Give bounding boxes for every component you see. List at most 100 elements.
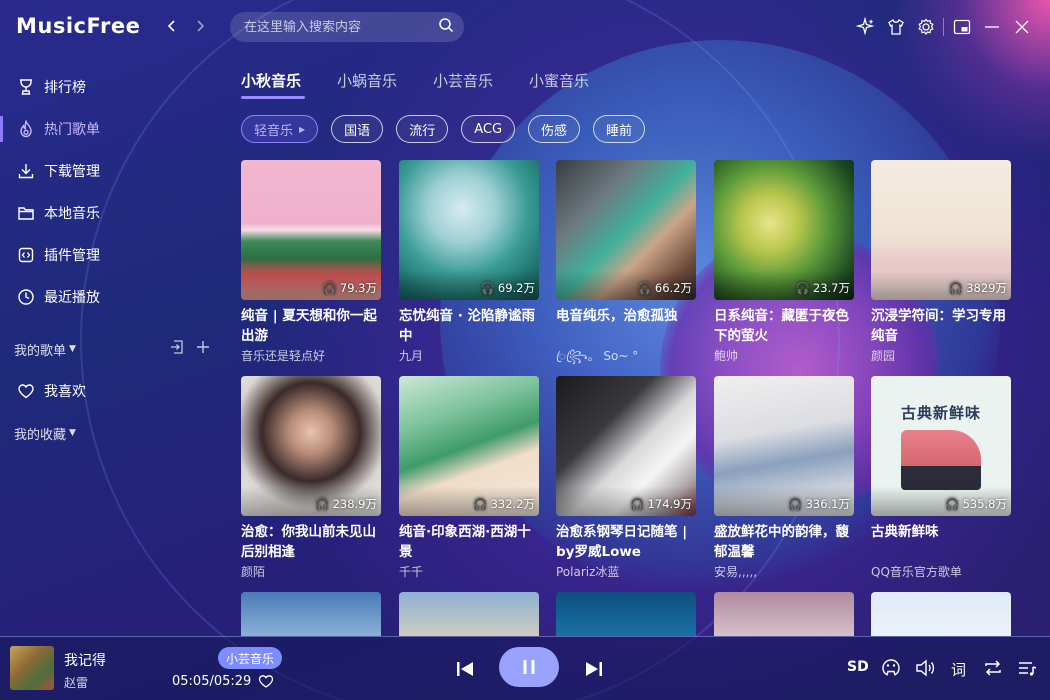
tab-xiaowo[interactable]: 小蜗音乐 bbox=[337, 70, 397, 99]
my-collections-section[interactable]: 我的收藏 ▼ bbox=[0, 412, 225, 454]
playlist-card[interactable]: 🎧 336.1万 盛放鲜花中的韵律，馥郁温馨 安易,,,,, bbox=[714, 376, 854, 580]
playlist-card[interactable] bbox=[241, 592, 381, 636]
sidebar-item-ranking[interactable]: 排行榜 bbox=[0, 66, 225, 108]
import-playlist-button[interactable] bbox=[169, 339, 185, 359]
playlist-card[interactable]: 古典新鲜味 🎧 535.8万 古典新鲜味 QQ音乐官方歌单 bbox=[871, 376, 1011, 580]
tag-sad[interactable]: 伤感 bbox=[528, 115, 581, 143]
tab-xiaomi[interactable]: 小蜜音乐 bbox=[529, 70, 589, 99]
previous-button[interactable] bbox=[453, 657, 477, 681]
playlist-title[interactable]: 盛放鲜花中的韵律，馥郁温馨 bbox=[714, 522, 854, 562]
mini-mode-button[interactable] bbox=[952, 17, 972, 37]
sidebar-item-label: 最近播放 bbox=[44, 290, 100, 306]
forward-button[interactable] bbox=[194, 18, 206, 37]
playlist-cover: 🎧 79.3万 bbox=[241, 160, 381, 300]
playlist-title[interactable]: 沉浸学符间：学习专用纯音 bbox=[871, 306, 1011, 346]
repeat-icon bbox=[985, 660, 1001, 676]
song-title[interactable]: 我记得 bbox=[64, 650, 106, 670]
like-button[interactable] bbox=[258, 673, 274, 689]
playlist-title[interactable]: 纯音·印象西湖·西湖十景 bbox=[399, 522, 539, 562]
playlist-cover bbox=[399, 592, 539, 636]
my-playlists-section[interactable]: 我的歌单 ▼ bbox=[0, 328, 225, 370]
tag-mandarin[interactable]: 国语 bbox=[331, 115, 384, 143]
playlist-card[interactable] bbox=[714, 592, 854, 636]
sidebar-item-downloads[interactable]: 下载管理 bbox=[0, 150, 225, 192]
sidebar-item-favorite[interactable]: 我喜欢 bbox=[0, 370, 225, 412]
minimize-button[interactable] bbox=[982, 17, 1002, 37]
pause-icon bbox=[523, 660, 535, 674]
playlist-title[interactable]: 治愈：你我山前未见山后别相逢 bbox=[241, 522, 381, 562]
sound-effect-button[interactable] bbox=[880, 657, 902, 683]
back-button[interactable] bbox=[166, 18, 178, 37]
app-window: MusicFree 在这里输入搜索内容 排行榜 热门歌单 下载管理 本地音乐 插… bbox=[0, 0, 1050, 700]
play-count: 🎧 238.9万 bbox=[315, 497, 377, 511]
quality-button[interactable]: SD bbox=[847, 659, 869, 675]
search-input[interactable] bbox=[244, 19, 438, 35]
search-button[interactable] bbox=[438, 17, 454, 37]
sidebar-item-local-music[interactable]: 本地音乐 bbox=[0, 192, 225, 234]
playlist-cover: 🎧 69.2万 bbox=[399, 160, 539, 300]
sidebar-item-label: 下载管理 bbox=[44, 164, 100, 180]
download-icon bbox=[16, 161, 36, 181]
playlist-cover bbox=[714, 592, 854, 636]
playlist-card[interactable]: 🎧 3829万 沉浸学符间：学习专用纯音 颜园 bbox=[871, 160, 1011, 364]
add-playlist-button[interactable] bbox=[195, 339, 211, 359]
theme-button[interactable] bbox=[886, 17, 906, 37]
sidebar-item-plugins[interactable]: 插件管理 bbox=[0, 234, 225, 276]
tag-light-music[interactable]: 轻音乐 ▶ bbox=[241, 115, 319, 143]
playlist-cover: 🎧 23.7万 bbox=[714, 160, 854, 300]
playlist-author: 颜园 bbox=[871, 349, 896, 363]
playlist-cover: 🎧 174.9万 bbox=[556, 376, 696, 516]
album-art[interactable] bbox=[10, 646, 54, 690]
song-artist[interactable]: 赵雷 bbox=[64, 674, 88, 691]
headphones-icon: 🎧 bbox=[315, 497, 330, 511]
tab-xiaoqiu[interactable]: 小秋音乐 bbox=[241, 70, 306, 99]
playlist-card[interactable]: 🎧 66.2万 电音纯乐，治愈孤独 ꦿ꧂ꦿ。 So~ ° bbox=[556, 160, 696, 371]
source-badge: 小芸音乐 bbox=[218, 647, 283, 669]
playlist-card[interactable] bbox=[399, 592, 539, 636]
playlist-author: 千千 bbox=[399, 565, 424, 579]
playlist-title[interactable]: 日系纯音：藏匿于夜色下的萤火 bbox=[714, 306, 854, 346]
play-pause-button[interactable] bbox=[499, 647, 559, 687]
tag-acg[interactable]: ACG bbox=[461, 115, 516, 143]
playlist-title[interactable]: 治愈系钢琴日记随笔 | by罗威Lowe bbox=[556, 522, 696, 562]
playlist-cover: 🎧 3829万 bbox=[871, 160, 1011, 300]
close-button[interactable] bbox=[1012, 17, 1032, 37]
headphones-icon: 🎧 bbox=[630, 497, 645, 511]
playlist-card[interactable]: 🎧 174.9万 治愈系钢琴日记随笔 | by罗威Lowe Polariz冰蓝 bbox=[556, 376, 696, 580]
volume-button[interactable] bbox=[914, 657, 936, 683]
playlist-title[interactable]: 电音纯乐，治愈孤独 bbox=[556, 306, 696, 346]
playlist-title[interactable]: 纯音 | 夏天想和你一起出游 bbox=[241, 306, 381, 346]
playlist-author: QQ音乐官方歌单 bbox=[871, 565, 962, 579]
playlist-queue-button[interactable] bbox=[1016, 657, 1038, 683]
tag-pop[interactable]: 流行 bbox=[396, 115, 449, 143]
playlist-card[interactable]: 🎧 79.3万 纯音 | 夏天想和你一起出游 音乐还是轻点好 bbox=[241, 160, 381, 364]
playlist-cover bbox=[871, 592, 1011, 636]
header-divider bbox=[943, 18, 944, 36]
fire-icon bbox=[16, 119, 36, 139]
settings-button[interactable] bbox=[916, 17, 936, 37]
playlist-card[interactable]: 🎧 332.2万 纯音·印象西湖·西湖十景 千千 bbox=[399, 376, 539, 580]
sparkle-icon bbox=[855, 16, 875, 36]
lyrics-button[interactable]: 词 bbox=[951, 659, 966, 680]
plus-icon bbox=[197, 341, 209, 353]
playlist-card[interactable] bbox=[871, 592, 1011, 636]
sidebar-item-hot-playlists[interactable]: 热门歌单 bbox=[0, 108, 225, 150]
sidebar-item-label: 本地音乐 bbox=[44, 206, 100, 222]
gear-icon bbox=[918, 18, 934, 35]
playlist-title[interactable]: 忘忧纯音 · 沦陷静谧雨中 bbox=[399, 306, 539, 346]
playlist-title[interactable]: 古典新鲜味 bbox=[871, 522, 1011, 562]
tag-label: 轻音乐 bbox=[254, 123, 294, 139]
tag-bedtime[interactable]: 睡前 bbox=[593, 115, 646, 143]
repeat-mode-button[interactable] bbox=[982, 657, 1004, 683]
playlist-card[interactable] bbox=[556, 592, 696, 636]
playlist-card[interactable]: 🎧 23.7万 日系纯音：藏匿于夜色下的萤火 鲍帅 bbox=[714, 160, 854, 364]
ai-sparkle-button[interactable] bbox=[855, 16, 876, 37]
player-bar: 我记得 赵雷 小芸音乐 05:05/05:29 SD 词 bbox=[0, 636, 1050, 700]
playlist-card[interactable]: 🎧 238.9万 治愈：你我山前未见山后别相逢 颜陌 bbox=[241, 376, 381, 580]
next-button[interactable] bbox=[582, 657, 606, 681]
tab-xiaoyun[interactable]: 小芸音乐 bbox=[433, 70, 493, 99]
playlist-cover: 🎧 66.2万 bbox=[556, 160, 696, 300]
sidebar-item-recent[interactable]: 最近播放 bbox=[0, 276, 225, 318]
playlist-card[interactable]: 🎧 69.2万 忘忧纯音 · 沦陷静谧雨中 九月 bbox=[399, 160, 539, 364]
caret-down-icon: ▼ bbox=[69, 344, 76, 354]
